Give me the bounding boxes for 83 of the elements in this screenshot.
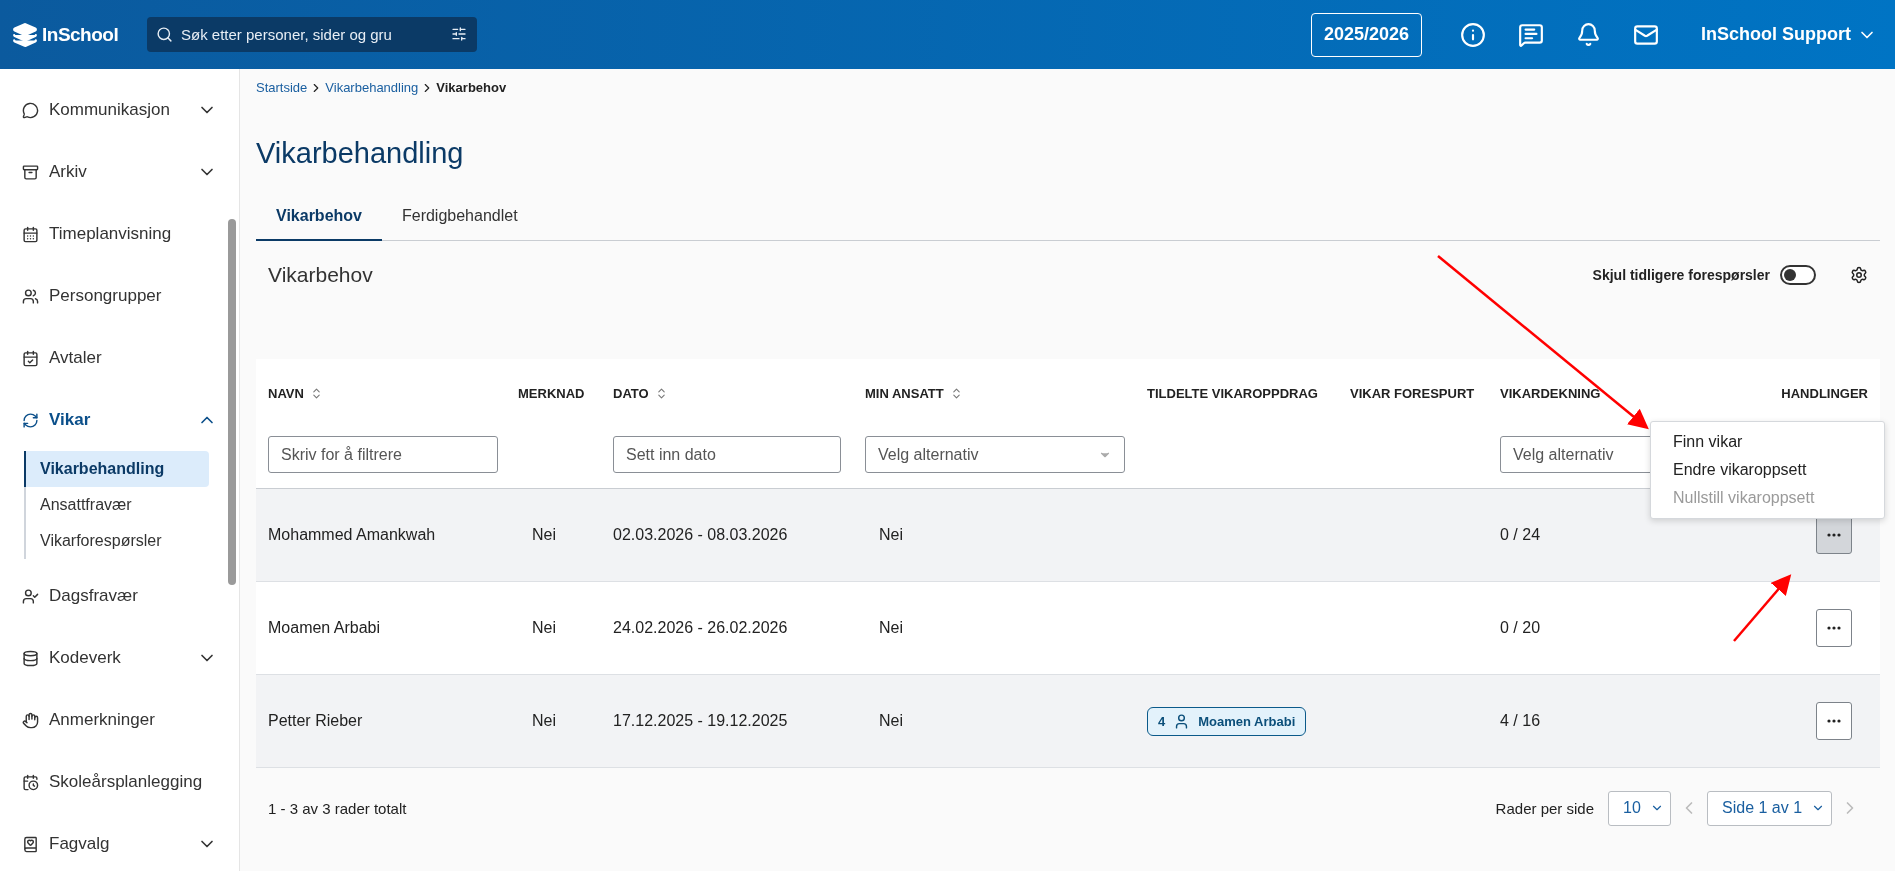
menu-icon <box>22 711 39 729</box>
info-icon[interactable] <box>1460 21 1486 48</box>
annotation-arrow <box>1733 574 1792 642</box>
sidebar-subitem[interactable]: Ansattfravær <box>24 487 209 523</box>
menu-icon <box>22 287 39 305</box>
tab[interactable]: Ferdigbehandlet <box>381 197 538 241</box>
rows-per-page-select[interactable]: 10 <box>1608 790 1671 826</box>
sidebar-subitem[interactable]: Vikarbehandling <box>24 451 209 487</box>
menu-icon <box>22 411 39 429</box>
table-cell-text: 0 / 20 <box>1500 619 1542 637</box>
sidebar-subitem[interactable]: Vikarforespørsler <box>24 523 209 559</box>
menu-icon <box>22 163 39 181</box>
breadcrumb-link[interactable]: Startside <box>256 80 308 95</box>
table-cell-text: Nei <box>531 619 557 637</box>
column-header: VIKAR FORESPURT <box>1350 385 1475 401</box>
page-select[interactable]: Side 1 av 1 <box>1707 790 1832 826</box>
menu-icon <box>22 835 39 853</box>
column-header[interactable]: NAVN <box>268 385 304 401</box>
bell-icon[interactable] <box>1576 22 1601 47</box>
sms-icon[interactable] <box>1518 21 1544 48</box>
sidebar-item[interactable]: Dagsfravær <box>0 565 239 627</box>
menu-icon <box>22 101 39 119</box>
card-title: Vikarbehov <box>268 263 374 287</box>
breadcrumb-link[interactable]: Vikarbehov <box>436 80 507 95</box>
school-year-button[interactable]: 2025/2026 <box>1310 12 1422 57</box>
menu-icon <box>22 773 39 791</box>
table-cell-text: Nei <box>531 526 557 544</box>
table-cell-text: 17.12.2025 - 19.12.2025 <box>613 712 789 730</box>
filter-field[interactable]: Skriv for å filtrere <box>268 436 498 473</box>
table-cell-text: 02.03.2026 - 08.03.2026 <box>613 526 789 544</box>
menu-icon <box>22 587 39 605</box>
column-header: TILDELTE VIKAROPPDRAG <box>1147 385 1318 401</box>
table-cell-text: Moamen Arbabi <box>268 619 382 637</box>
table-cell-text: Nei <box>878 712 904 730</box>
assignment-tag[interactable]: 4 Moamen Arbabi <box>1147 706 1307 736</box>
table-cell-text: Nei <box>878 526 904 544</box>
sidebar-item[interactable]: Anmerkninger <box>0 689 239 751</box>
sidebar-item[interactable]: Vikar <box>0 389 239 451</box>
more-button[interactable] <box>1816 702 1852 740</box>
menu-icon <box>22 649 39 667</box>
more-icon <box>1827 533 1841 537</box>
column-header: VIKARDEKNING <box>1500 385 1601 401</box>
menu-icon <box>22 225 39 243</box>
table-cell-text: Mohammed Amankwah <box>268 526 437 544</box>
logo[interactable]: InSchool <box>12 21 147 48</box>
table-cell-text: Nei <box>878 619 904 637</box>
rows-per-page-label: Rader per side <box>1495 799 1594 817</box>
filter-field[interactable]: Sett inn dato <box>613 436 841 473</box>
more-button[interactable] <box>1816 609 1852 647</box>
table-cell-text: 24.02.2026 - 26.02.2026 <box>613 619 789 637</box>
sidebar-item[interactable]: Timeplanvisning <box>0 203 239 265</box>
breadcrumb-link[interactable]: Vikarbehandling <box>325 80 419 95</box>
sidebar-item[interactable]: Kommunikasjon <box>0 79 239 141</box>
tab[interactable]: Vikarbehov <box>256 197 382 241</box>
more-icon <box>1827 719 1841 723</box>
sidebar-item[interactable]: Skoleårsplanlegging <box>0 751 239 813</box>
sidebar-item[interactable]: Avtaler <box>0 327 239 389</box>
column-header: HANDLINGER <box>1781 385 1868 401</box>
menu-icon <box>22 349 39 367</box>
more-icon <box>1827 626 1841 630</box>
search-icon <box>156 26 173 43</box>
sidebar-item[interactable]: Arkiv <box>0 141 239 203</box>
layers-icon <box>12 21 38 48</box>
page-title: Vikarbehandling <box>256 137 465 170</box>
table-cell-text: 4 / 16 <box>1500 712 1542 730</box>
column-header: MERKNAD <box>518 385 585 401</box>
table-cell-text: Nei <box>531 712 557 730</box>
settings-icon[interactable] <box>1850 266 1868 284</box>
user-menu[interactable]: InSchool Support <box>1695 23 1883 46</box>
column-header[interactable]: DATO <box>613 385 649 401</box>
filter-icon[interactable] <box>451 26 467 42</box>
column-header[interactable]: MIN ANSATT <box>865 385 944 401</box>
scrollbar-thumb[interactable] <box>228 219 236 585</box>
toggle-label: Skjul tidligere forespørsler <box>1592 267 1770 283</box>
toggle-switch[interactable] <box>1780 265 1816 285</box>
row-count: 1 - 3 av 3 rader totalt <box>268 799 407 817</box>
sidebar-item[interactable]: Fagvalg <box>0 813 239 871</box>
sidebar-item[interactable]: Persongrupper <box>0 265 239 327</box>
table-cell-text: Petter Rieber <box>268 712 364 730</box>
sidebar-item[interactable]: Kodeverk <box>0 627 239 689</box>
search-field[interactable]: Søk etter personer, sider og gru <box>147 17 477 52</box>
table-cell-text: 0 / 24 <box>1500 526 1542 544</box>
filter-select[interactable]: Velg alternativ <box>865 436 1125 473</box>
